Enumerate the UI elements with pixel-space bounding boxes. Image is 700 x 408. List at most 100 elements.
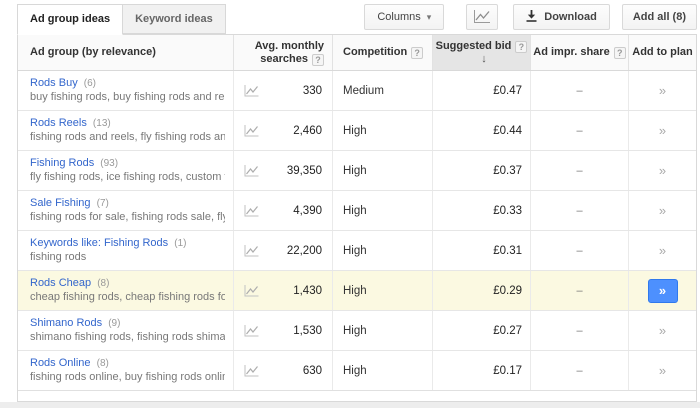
- download-icon: [526, 9, 537, 25]
- avg-monthly-searches-value: 39,350: [286, 164, 322, 177]
- ad-group-count: (1): [174, 238, 187, 249]
- add-to-plan-button[interactable]: »: [659, 163, 666, 178]
- column-header-label: Ad group (by relevance): [30, 46, 156, 58]
- column-header-label: Competition: [343, 46, 408, 58]
- avg-monthly-searches-cell: 630: [233, 351, 332, 390]
- avg-monthly-searches-value: 2,460: [293, 124, 322, 137]
- add-to-plan-cell: »: [628, 311, 696, 350]
- add-to-plan-button[interactable]: »: [659, 243, 666, 258]
- table-row: Rods Buy (6) buy fishing rods, buy fishi…: [18, 71, 696, 111]
- avg-monthly-searches-cell: 39,350: [233, 151, 332, 190]
- column-header-ad-impr-share[interactable]: Ad impr. share?: [530, 35, 628, 70]
- competition-value: High: [332, 231, 432, 270]
- tab-bar: Ad group ideas Keyword ideas: [17, 4, 226, 35]
- add-to-plan-button[interactable]: »: [659, 323, 666, 338]
- ad-group-keywords: fishing rods online, buy fishing rods on…: [30, 371, 225, 383]
- add-to-plan-button[interactable]: »: [647, 278, 678, 303]
- line-chart-icon[interactable]: [244, 124, 259, 137]
- tab-ad-group-ideas[interactable]: Ad group ideas: [17, 4, 124, 35]
- avg-monthly-searches-cell: 1,530: [233, 311, 332, 350]
- avg-monthly-searches-cell: 1,430: [233, 271, 332, 310]
- suggested-bid-value: £0.17: [432, 351, 530, 390]
- ad-impr-share-value: –: [530, 151, 628, 190]
- table-row: Rods Cheap (8) cheap fishing rods, cheap…: [18, 271, 696, 311]
- ad-group-cell: Rods Buy (6) buy fishing rods, buy fishi…: [18, 71, 233, 110]
- avg-monthly-searches-value: 1,530: [293, 324, 322, 337]
- top-bar: Ad group ideas Keyword ideas Columns ▾ D…: [0, 0, 700, 35]
- competition-value: High: [332, 351, 432, 390]
- help-icon[interactable]: ?: [515, 40, 528, 53]
- ad-group-cell: Fishing Rods (93) fly fishing rods, ice …: [18, 151, 233, 190]
- table-body: Rods Buy (6) buy fishing rods, buy fishi…: [18, 71, 696, 391]
- line-chart-icon[interactable]: [244, 164, 259, 177]
- add-to-plan-cell: »: [628, 231, 696, 270]
- table-row: Sale Fishing (7) fishing rods for sale, …: [18, 191, 696, 231]
- toolbar: Columns ▾ Download Add all (8): [364, 4, 697, 30]
- column-header-label: Ad impr. share: [533, 46, 610, 58]
- table-header-row: Ad group (by relevance) Avg. monthly sea…: [18, 35, 696, 71]
- ad-group-link[interactable]: Rods Buy: [30, 77, 78, 89]
- avg-monthly-searches-value: 630: [302, 364, 322, 377]
- line-chart-icon[interactable]: [244, 284, 259, 297]
- ad-group-link[interactable]: Rods Cheap: [30, 277, 91, 289]
- download-button[interactable]: Download: [513, 4, 610, 30]
- ad-group-link[interactable]: Sale Fishing: [30, 197, 91, 209]
- ad-group-keywords: fishing rods for sale, fishing rods sale…: [30, 211, 225, 223]
- ad-group-count: (6): [83, 78, 96, 89]
- ad-impr-share-value: –: [530, 351, 628, 390]
- suggested-bid-value: £0.31: [432, 231, 530, 270]
- ad-group-cell: Shimano Rods (9) shimano fishing rods, f…: [18, 311, 233, 350]
- column-header-competition[interactable]: Competition?: [332, 35, 432, 70]
- line-chart-icon[interactable]: [244, 244, 259, 257]
- table-row: Shimano Rods (9) shimano fishing rods, f…: [18, 311, 696, 351]
- table-row: Rods Online (8) fishing rods online, buy…: [18, 351, 696, 391]
- add-to-plan-button[interactable]: »: [659, 363, 666, 378]
- avg-monthly-searches-value: 330: [302, 84, 322, 97]
- add-to-plan-cell: »: [628, 271, 696, 310]
- line-chart-icon[interactable]: [244, 364, 259, 377]
- column-header-avg-monthly-searches[interactable]: Avg. monthly searches?: [233, 35, 332, 70]
- avg-monthly-searches-value: 1,430: [293, 284, 322, 297]
- add-to-plan-cell: »: [628, 111, 696, 150]
- ad-group-count: (8): [96, 358, 109, 369]
- ad-group-keywords: buy fishing rods, buy fishing rods and r…: [30, 91, 225, 103]
- ad-group-count: (93): [100, 158, 119, 169]
- add-to-plan-button[interactable]: »: [659, 83, 666, 98]
- avg-monthly-searches-value: 4,390: [293, 204, 322, 217]
- tab-keyword-ideas[interactable]: Keyword ideas: [123, 4, 226, 34]
- avg-monthly-searches-cell: 4,390: [233, 191, 332, 230]
- ad-group-link[interactable]: Rods Online: [30, 357, 91, 369]
- ad-impr-share-value: –: [530, 231, 628, 270]
- ad-group-link[interactable]: Shimano Rods: [30, 317, 102, 329]
- ad-group-link[interactable]: Fishing Rods: [30, 157, 94, 169]
- competition-value: High: [332, 271, 432, 310]
- add-to-plan-cell: »: [628, 151, 696, 190]
- table-row: Rods Reels (13) fishing rods and reels, …: [18, 111, 696, 151]
- add-to-plan-cell: »: [628, 71, 696, 110]
- help-icon[interactable]: ?: [613, 47, 626, 59]
- column-header-label: Add to plan: [632, 46, 693, 58]
- help-icon[interactable]: ?: [411, 47, 424, 59]
- ad-group-cell: Rods Reels (13) fishing rods and reels, …: [18, 111, 233, 150]
- add-to-plan-button[interactable]: »: [659, 203, 666, 218]
- column-header-suggested-bid[interactable]: Suggested bid ? ↓: [432, 35, 530, 70]
- help-icon[interactable]: ?: [312, 53, 324, 66]
- column-header-ad-group[interactable]: Ad group (by relevance): [18, 35, 233, 70]
- ad-impr-share-value: –: [530, 311, 628, 350]
- line-chart-icon[interactable]: [244, 204, 259, 217]
- ad-group-cell: Sale Fishing (7) fishing rods for sale, …: [18, 191, 233, 230]
- add-to-plan-button[interactable]: »: [659, 123, 666, 138]
- ad-group-link[interactable]: Keywords like: Fishing Rods: [30, 237, 168, 249]
- suggested-bid-value: £0.29: [432, 271, 530, 310]
- columns-button[interactable]: Columns ▾: [364, 4, 445, 30]
- line-chart-icon[interactable]: [244, 324, 259, 337]
- chart-view-button[interactable]: [466, 4, 499, 30]
- add-all-button-label: Add all (8): [632, 11, 686, 23]
- sort-desc-icon[interactable]: ↓: [481, 53, 487, 65]
- ad-group-count: (7): [96, 198, 109, 209]
- line-chart-icon[interactable]: [244, 84, 259, 97]
- table-row: Keywords like: Fishing Rods (1) fishing …: [18, 231, 696, 271]
- add-all-button[interactable]: Add all (8): [621, 4, 697, 30]
- ad-group-ideas-table: Ad group (by relevance) Avg. monthly sea…: [17, 34, 697, 402]
- ad-group-link[interactable]: Rods Reels: [30, 117, 87, 129]
